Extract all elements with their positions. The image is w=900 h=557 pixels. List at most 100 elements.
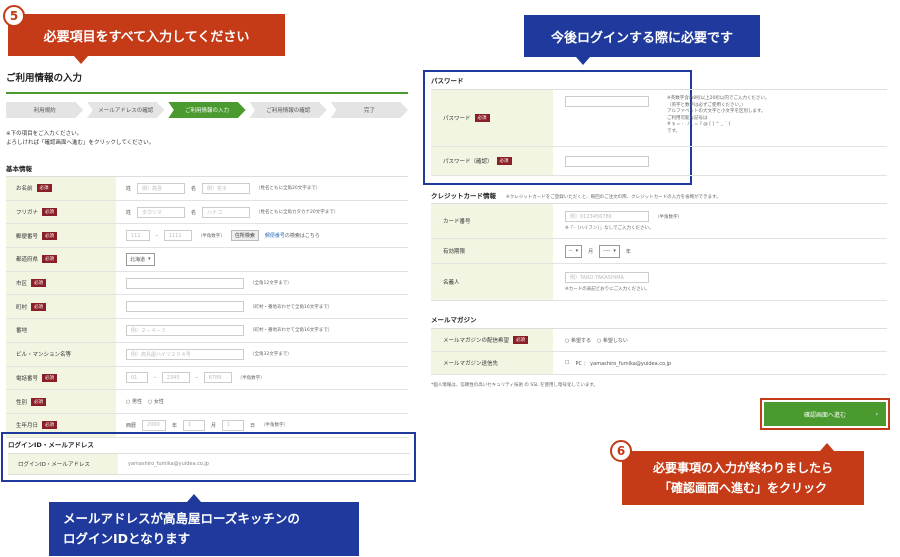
- first-name-input[interactable]: 例）花子: [202, 182, 251, 194]
- radio-female[interactable]: ○ 女性: [148, 398, 164, 405]
- label-birthday-text: 生年月日: [16, 423, 39, 430]
- card-heading-note: ※クレジットカードをご登録いただくと、毎回のご注文の際、クレジットカードの入力を…: [506, 195, 721, 200]
- card-holder-input[interactable]: 例）TARO TAKASHIMA: [565, 272, 649, 283]
- phone-input-2[interactable]: 2345: [161, 372, 190, 384]
- intro-text: ※下の項目をご入力ください。 よろしければ「確認画面へ進む」をクリックしてくださ…: [6, 130, 154, 148]
- password-table: パスワード 必須 ※英数字含め8桁以上20桁以内でご入力ください。 （英字と数字は…: [431, 89, 887, 176]
- label-sex: 性別 必須: [6, 390, 116, 413]
- arrow-right-icon: ›: [875, 410, 878, 418]
- zip-input-2[interactable]: 1111: [163, 230, 192, 242]
- prefecture-selected: 北海道: [130, 256, 146, 263]
- value-town: （町村・番地あわせて全角16文字まで）: [116, 295, 408, 318]
- phone-input-1[interactable]: 01: [126, 372, 148, 384]
- first-name-kana-input[interactable]: ハナコ: [202, 206, 251, 218]
- label-prefecture: 都道府県 必須: [6, 248, 116, 271]
- town-input[interactable]: [126, 301, 244, 313]
- required-badge: 必須: [42, 231, 58, 240]
- password-confirm-input[interactable]: [565, 155, 649, 167]
- login-id-row: ログインID・メールアドレス yamashiro_fumika@yuidea.c…: [8, 453, 410, 475]
- value-building: 例）高島屋ハイツ２０４号 （全角32文字まで）: [116, 343, 408, 366]
- label-password-confirm: パスワード（確認） 必須: [431, 147, 553, 175]
- card-table: カード番号 例）0123456789 （半角数字） ※「-（ハイフン）」なしでご…: [431, 203, 887, 301]
- last-name-input[interactable]: 例）高島: [137, 182, 186, 194]
- zip-note: （半角数字）: [197, 233, 225, 239]
- basic-info-table: お名前 必須 姓 例）高島 名 例）花子 （姓名ともに全角20文字まで） フリガナ…: [6, 176, 408, 438]
- password-note-1: ※英数字含め8桁以上20桁以内でご入力ください。: [667, 96, 770, 101]
- step-complete: 完了: [330, 102, 409, 118]
- label-city-text: 市区: [16, 281, 28, 288]
- row-city: 市区 必須 （全角12文字まで）: [6, 271, 408, 296]
- building-input[interactable]: 例）高島屋ハイツ２０４号: [126, 348, 244, 360]
- step6-badge: 6: [610, 440, 632, 462]
- password-heading: パスワード: [431, 77, 464, 85]
- town-note: （町村・番地あわせて全角16文字まで）: [250, 304, 333, 310]
- callout-step6-line-2: 「確認画面へ進む」をクリック: [658, 481, 827, 495]
- label-phone-text: 電話番号: [16, 375, 39, 382]
- value-zip: 111 - 1111 （半角数字） 住所検索 郵便番号の検索はこちら: [116, 224, 408, 247]
- required-badge: 必須: [42, 373, 58, 382]
- value-sex: ○ 男性 ○ 女性: [116, 390, 408, 413]
- birth-day-input[interactable]: 1: [222, 419, 245, 431]
- card-heading-row: クレジットカード情報 ※クレジットカードをご登録いただくと、毎回のご注文の際、ク…: [431, 190, 721, 200]
- radio-magazine-no[interactable]: ○ 希望しない: [597, 337, 628, 344]
- address-search-button[interactable]: 住所検索: [230, 230, 259, 242]
- callout-email-line-2: ログインIDとなります: [63, 531, 191, 546]
- sei-label: 姓: [126, 209, 132, 216]
- building-note: （全角32文字まで）: [250, 352, 292, 358]
- label-town: 町村 必須: [6, 295, 116, 319]
- radio-magazine-no-label: 希望しない: [602, 337, 628, 344]
- radio-male[interactable]: ○ 男性: [126, 398, 142, 405]
- label-card-number: カード番号: [431, 204, 553, 238]
- birth-month-input[interactable]: 1: [183, 419, 206, 431]
- magazine-table: メールマガジンの配信希望 必須 ○ 希望する ○ 希望しない メールマガジン送信先…: [431, 328, 887, 375]
- expiry-year-label: 年: [625, 248, 631, 255]
- expiry-year-select[interactable]: ---- ▾: [599, 244, 620, 258]
- radio-male-label: 男性: [131, 399, 142, 406]
- phone-input-3[interactable]: 6789: [203, 372, 232, 384]
- login-id-highlight: ログインID・メールアドレス ログインID・メールアドレス yamashiro_…: [1, 432, 416, 482]
- address-input[interactable]: 例）２－４－３: [126, 324, 244, 336]
- callout-step5-pointer: [74, 56, 88, 64]
- confirm-button[interactable]: 確認画面へ進む ›: [764, 402, 886, 426]
- confirm-button-label: 確認画面へ進む: [803, 411, 846, 419]
- value-kana: 姓 タカシマ 名 ハナコ （姓名ともに全角カタカナ20文字まで）: [116, 201, 408, 224]
- callout-email-pointer: [187, 494, 201, 502]
- expiry-month-select[interactable]: -- ▾: [565, 244, 583, 258]
- callout-email-line-1: メールアドレスが高島屋ローズキッチンの: [63, 511, 300, 526]
- radio-magazine-yes[interactable]: ○ 希望する: [565, 337, 591, 344]
- last-name-kana-input[interactable]: タカシマ: [137, 206, 186, 218]
- prefecture-select[interactable]: 北海道 ▾: [126, 252, 155, 266]
- row-sex: 性別 必須 ○ 男性 ○ 女性: [6, 390, 408, 414]
- label-magazine-dest: メールマガジン送信先: [431, 352, 553, 374]
- row-zip: 郵便番号 必須 111 - 1111 （半角数字） 住所検索 郵便番号の検索はこち…: [6, 224, 408, 249]
- month-label: 月: [211, 422, 217, 429]
- label-name: お名前 必須: [6, 177, 116, 200]
- name-note: （姓名ともに全角20文字まで）: [256, 186, 321, 192]
- label-building: ビル・マンション名等: [6, 342, 116, 366]
- callout-step5: 必要項目をすべて入力してください: [8, 14, 285, 56]
- birth-year-input[interactable]: 2000: [142, 419, 167, 431]
- label-address-text: 番地: [16, 328, 28, 335]
- step-review: ご利用情報の確認: [249, 102, 327, 118]
- password-input[interactable]: [565, 96, 649, 107]
- label-zip: 郵便番号 必須: [6, 224, 116, 248]
- value-city: （全角12文字まで）: [116, 272, 408, 295]
- magazine-dest-value: PC ： yamashiro_fumika@yuidea.co.jp: [575, 360, 672, 367]
- radio-female-label: 女性: [153, 399, 164, 406]
- city-input[interactable]: [126, 277, 244, 289]
- day-label: 日: [250, 422, 256, 429]
- value-card-number: 例）0123456789 （半角数字） ※「-（ハイフン）」なしでご入力ください…: [553, 204, 887, 238]
- row-card-number: カード番号 例）0123456789 （半角数字） ※「-（ハイフン）」なしでご…: [431, 204, 887, 239]
- kana-note: （姓名ともに全角カタカナ20文字まで）: [256, 210, 339, 216]
- value-card-expiry: -- ▾ 月 ---- ▾ 年: [553, 239, 887, 263]
- era-label: 西暦: [126, 422, 137, 429]
- callout-email: メールアドレスが高島屋ローズキッチンの ログインIDとなります: [49, 502, 359, 556]
- card-number-note-2: ※「-（ハイフン）」なしでご入力ください。: [565, 226, 654, 231]
- required-badge: 必須: [474, 114, 490, 122]
- label-magazine-pref-text: メールマガジンの配信希望: [443, 338, 510, 344]
- zip-input-1[interactable]: 111: [126, 230, 150, 242]
- magazine-dest-checkbox[interactable]: ☐: [565, 360, 569, 366]
- card-number-input[interactable]: 例）0123456789: [565, 211, 649, 222]
- chevron-down-icon: ▾: [613, 248, 616, 254]
- zip-lookup-link[interactable]: 郵便番号: [265, 233, 285, 239]
